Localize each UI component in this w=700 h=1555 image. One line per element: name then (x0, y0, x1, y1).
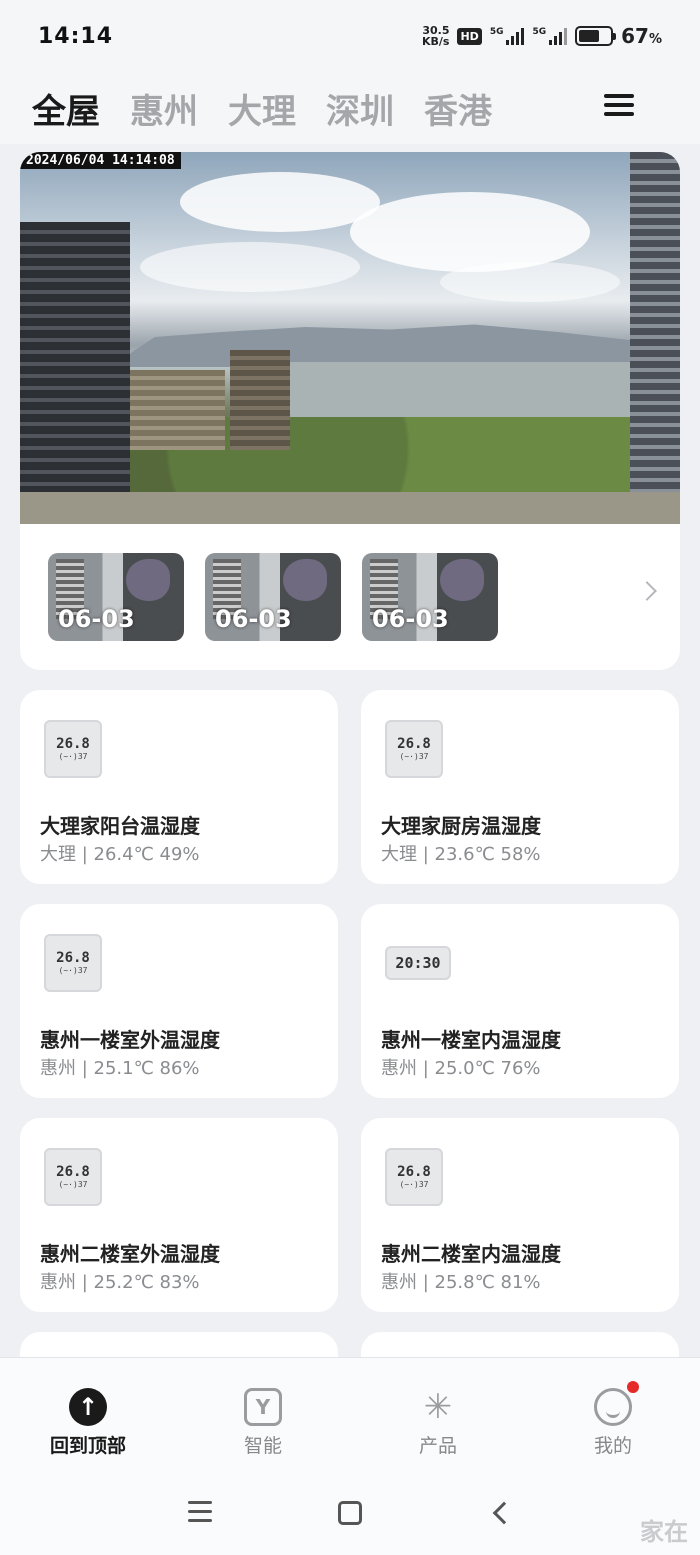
device-status: 大理 | 23.6℃ 58% (381, 844, 541, 865)
thumbnail-date: 06-03 (58, 605, 135, 633)
recording-thumbnail[interactable]: 06-03 (205, 553, 341, 641)
device-name: 惠州二楼室外温湿度 (40, 1242, 220, 1266)
hygrometer-icon: 26.8 (~·)37 (44, 1148, 102, 1206)
hygrometer-icon: 26.8 (~·)37 (44, 934, 102, 992)
tab-huizhou[interactable]: 惠州 (130, 84, 198, 133)
watermark: 家在 (640, 1518, 688, 1546)
status-icons: 30.5 KB/s HD 5G 5G 67% (422, 24, 662, 48)
device-name: 大理家厨房温湿度 (381, 814, 541, 838)
device-status: 惠州 | 25.0℃ 76% (381, 1058, 541, 1079)
device-card-huizhou-2f-indoor[interactable]: 26.8 (~·)37 惠州二楼室内温湿度 惠州 | 25.8℃ 81% (361, 1118, 679, 1312)
bottom-navigation: ↑ 回到顶部 智能 ✳ 产品 我的 (0, 1357, 700, 1467)
nav-label: 我的 (593, 1435, 632, 1457)
nav-products[interactable]: ✳ 产品 (378, 1388, 498, 1458)
nav-label: 产品 (418, 1435, 457, 1457)
hd-voice-icon: HD (457, 27, 482, 45)
system-navigation-bar: 家在 (0, 1467, 700, 1555)
hygrometer-icon: 26.8 (~·)37 (385, 720, 443, 778)
back-icon[interactable] (492, 1501, 516, 1525)
hygrometer-icon: 26.8 (~·)37 (44, 720, 102, 778)
nav-smart[interactable]: 智能 (203, 1388, 323, 1458)
signal-sim1-icon: 5G (490, 27, 525, 45)
sim1-network-type: 5G (489, 27, 504, 37)
home-icon[interactable] (338, 1501, 362, 1525)
recording-thumbnail[interactable]: 06-03 (362, 553, 498, 641)
smile-icon (594, 1381, 639, 1426)
chevron-right-icon[interactable] (637, 581, 657, 601)
nav-label: 回到顶部 (49, 1435, 126, 1457)
device-card-huizhou-1f-indoor[interactable]: 20:30 惠州一楼室内温湿度 惠州 | 25.0℃ 76% (361, 904, 679, 1098)
clock-hygrometer-icon: 20:30 (385, 946, 451, 980)
device-status: 惠州 | 25.2℃ 83% (40, 1272, 200, 1293)
camera-live-view[interactable]: 2024/06/04 14:14:08 (20, 152, 680, 524)
sparkle-icon: ✳ (423, 1387, 453, 1427)
device-card-huizhou-1f-outdoor[interactable]: 26.8 (~·)37 惠州一楼室外温湿度 惠州 | 25.1℃ 86% (20, 904, 338, 1098)
thumbnail-date: 06-03 (372, 605, 449, 633)
recording-thumbnail[interactable]: 06-03 (48, 553, 184, 641)
nav-label: 智能 (243, 1435, 282, 1457)
menu-icon[interactable] (188, 1501, 212, 1528)
battery-percent: 67% (621, 24, 662, 48)
device-name: 惠州二楼室内温湿度 (381, 1242, 561, 1266)
thumbnail-date: 06-03 (215, 605, 292, 633)
device-card-dali-kitchen[interactable]: 26.8 (~·)37 大理家厨房温湿度 大理 | 23.6℃ 58% (361, 690, 679, 884)
device-name: 惠州一楼室外温湿度 (40, 1028, 220, 1052)
nav-back-to-top[interactable]: ↑ 回到顶部 (28, 1388, 148, 1458)
arrow-up-icon: ↑ (69, 1388, 107, 1426)
sim2-network-type: 5G (532, 27, 547, 37)
room-tabs: 全屋 惠州 大理 深圳 香港 (0, 72, 700, 144)
camera-card: 2024/06/04 14:14:08 06-03 06-03 06-03 (20, 152, 680, 670)
status-bar: 14:14 30.5 KB/s HD 5G 5G 67% (0, 0, 700, 72)
device-status: 惠州 | 25.8℃ 81% (381, 1272, 541, 1293)
tab-dali[interactable]: 大理 (228, 84, 296, 133)
device-status: 惠州 | 25.1℃ 86% (40, 1058, 200, 1079)
clock: 14:14 (38, 23, 114, 49)
notification-dot (627, 1381, 639, 1393)
tab-hongkong[interactable]: 香港 (424, 84, 492, 133)
hamburger-icon[interactable] (604, 94, 634, 118)
device-card-huizhou-2f-outdoor[interactable]: 26.8 (~·)37 惠州二楼室外温湿度 惠州 | 25.2℃ 83% (20, 1118, 338, 1312)
device-card-dali-balcony[interactable]: 26.8 (~·)37 大理家阳台温湿度 大理 | 26.4℃ 49% (20, 690, 338, 884)
network-speed-unit: KB/s (421, 35, 450, 48)
signal-sim2-icon: 5G (532, 27, 568, 45)
device-status: 大理 | 26.4℃ 49% (40, 844, 200, 865)
recording-thumbnails: 06-03 06-03 06-03 (48, 553, 498, 641)
tab-shenzhen[interactable]: 深圳 (326, 84, 394, 133)
device-name: 大理家阳台温湿度 (40, 814, 200, 838)
cube-icon (244, 1388, 282, 1426)
hygrometer-icon: 26.8 (~·)37 (385, 1148, 443, 1206)
network-speed: 30.5 KB/s (422, 25, 449, 47)
camera-timestamp: 2024/06/04 14:14:08 (20, 152, 181, 169)
tab-whole-house[interactable]: 全屋 (32, 84, 100, 133)
nav-profile[interactable]: 我的 (553, 1381, 673, 1458)
device-name: 惠州一楼室内温湿度 (381, 1028, 561, 1052)
battery-icon (575, 26, 617, 46)
